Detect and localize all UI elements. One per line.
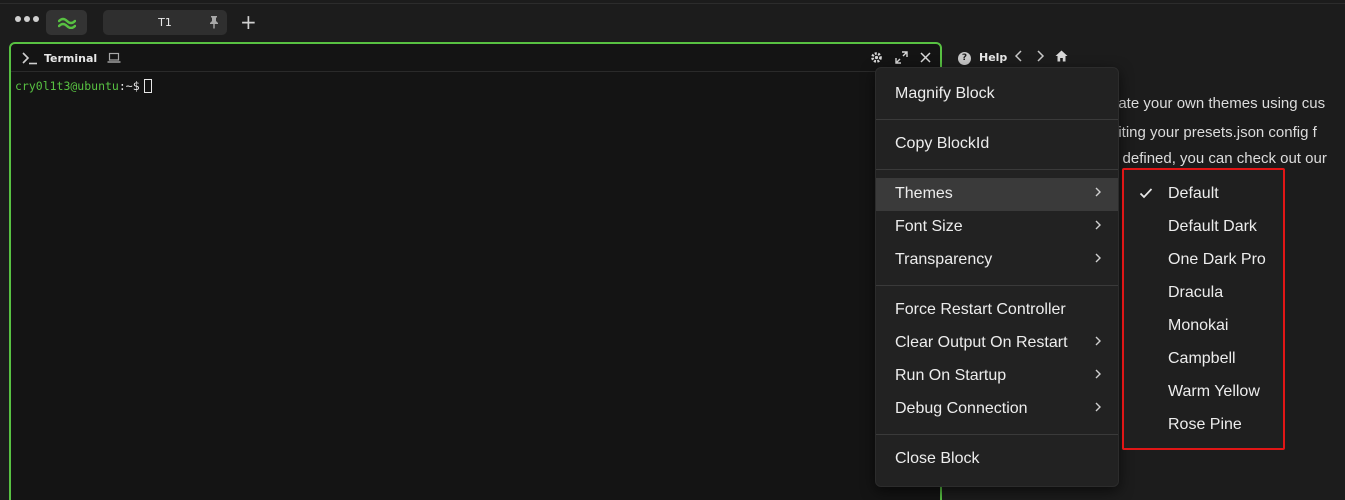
menu-item-label: Clear Output On Restart — [895, 334, 1068, 351]
close-icon[interactable] — [919, 51, 932, 64]
gear-icon[interactable] — [870, 51, 883, 64]
theme-item-one-dark-pro[interactable]: One Dark Pro — [1124, 244, 1283, 277]
terminal-header: Terminal — [11, 44, 940, 72]
pin-icon[interactable] — [208, 15, 220, 29]
menu-item-force-restart-controller[interactable]: Force Restart Controller — [876, 294, 1118, 327]
menu-divider — [876, 119, 1118, 120]
menu-item-label: Magnify Block — [895, 85, 995, 102]
tab-bar: T1 + — [0, 0, 1345, 42]
terminal-block[interactable]: Terminal cry0l1t3@ubuntu:~$ — [9, 42, 942, 500]
theme-item-label: Dracula — [1168, 284, 1224, 301]
checkmark-icon — [1139, 188, 1153, 199]
menu-item-copy-blockid[interactable]: Copy BlockId — [876, 128, 1118, 161]
context-menu: Magnify Block Copy BlockId Themes Font S… — [875, 67, 1119, 487]
menu-item-font-size[interactable]: Font Size — [876, 211, 1118, 244]
terminal-cursor — [143, 79, 152, 93]
chevron-right-icon — [1095, 369, 1101, 379]
theme-item-default-dark[interactable]: Default Dark — [1124, 211, 1283, 244]
workspace-switcher-button[interactable] — [46, 10, 87, 35]
help-circle-icon: ? — [958, 52, 971, 65]
menu-item-label: Themes — [895, 185, 953, 202]
menu-item-magnify-block[interactable]: Magnify Block — [876, 78, 1118, 111]
menu-item-label: Close Block — [895, 450, 980, 467]
theme-item-label: Default Dark — [1168, 218, 1257, 235]
menu-item-label: Force Restart Controller — [895, 301, 1066, 318]
menu-item-label: Copy BlockId — [895, 135, 990, 152]
chevron-right-icon[interactable] — [1035, 50, 1045, 62]
help-header: ? Help — [944, 42, 1345, 70]
menu-item-themes[interactable]: Themes — [876, 178, 1118, 211]
menu-item-transparency[interactable]: Transparency — [876, 244, 1118, 277]
theme-item-warm-yellow[interactable]: Warm Yellow — [1124, 376, 1283, 409]
themes-submenu: Default Default Dark One Dark Pro Dracul… — [1122, 168, 1285, 450]
terminal-prompt-line[interactable]: cry0l1t3@ubuntu:~$ — [15, 79, 152, 93]
theme-item-label: Rose Pine — [1168, 416, 1242, 433]
menu-item-debug-connection[interactable]: Debug Connection — [876, 393, 1118, 426]
theme-item-label: Campbell — [1168, 350, 1236, 367]
menu-item-label: Font Size — [895, 218, 963, 235]
menu-item-label: Run On Startup — [895, 367, 1007, 384]
theme-item-label: Default — [1168, 185, 1219, 202]
add-tab-button[interactable]: + — [240, 12, 257, 32]
chevron-right-icon — [1095, 402, 1101, 412]
theme-item-rose-pine[interactable]: Rose Pine — [1124, 409, 1283, 442]
expand-icon[interactable] — [895, 51, 908, 64]
terminal-prompt-icon — [22, 52, 37, 65]
top-divider — [0, 3, 1345, 4]
help-title: Help — [979, 51, 1008, 64]
menu-item-close-block[interactable]: Close Block — [876, 443, 1118, 476]
menu-dots-icon[interactable] — [15, 16, 39, 22]
menu-divider — [876, 169, 1118, 170]
laptop-icon[interactable] — [107, 52, 121, 64]
workspace-wave-icon — [57, 17, 76, 29]
chevron-right-icon — [1095, 220, 1101, 230]
prompt-path: :~$ — [118, 79, 140, 93]
help-line: e defined, you can check out our — [1110, 150, 1327, 167]
chevron-right-icon — [1095, 187, 1101, 197]
theme-item-label: Monokai — [1168, 317, 1229, 334]
help-line: diting your presets.json config f — [1110, 124, 1317, 141]
help-line: eate your own themes using cus — [1110, 95, 1326, 112]
chevron-right-icon — [1095, 336, 1101, 346]
menu-item-run-on-startup[interactable]: Run On Startup — [876, 360, 1118, 393]
theme-item-label: One Dark Pro — [1168, 251, 1266, 268]
home-icon[interactable] — [1055, 50, 1068, 62]
menu-divider — [876, 434, 1118, 435]
chevron-left-icon[interactable] — [1014, 50, 1024, 62]
theme-item-label: Warm Yellow — [1168, 383, 1260, 400]
prompt-user: cry0l1t3@ubuntu — [15, 79, 119, 93]
theme-item-campbell[interactable]: Campbell — [1124, 343, 1283, 376]
menu-item-clear-output-on-restart[interactable]: Clear Output On Restart — [876, 327, 1118, 360]
menu-item-label: Transparency — [895, 251, 993, 268]
theme-item-monokai[interactable]: Monokai — [1124, 310, 1283, 343]
menu-item-label: Debug Connection — [895, 400, 1028, 417]
theme-item-dracula[interactable]: Dracula — [1124, 277, 1283, 310]
menu-divider — [876, 285, 1118, 286]
theme-item-default[interactable]: Default — [1124, 178, 1283, 211]
tab-t1[interactable]: T1 — [103, 10, 227, 35]
terminal-title: Terminal — [44, 52, 98, 65]
chevron-right-icon — [1095, 253, 1101, 263]
